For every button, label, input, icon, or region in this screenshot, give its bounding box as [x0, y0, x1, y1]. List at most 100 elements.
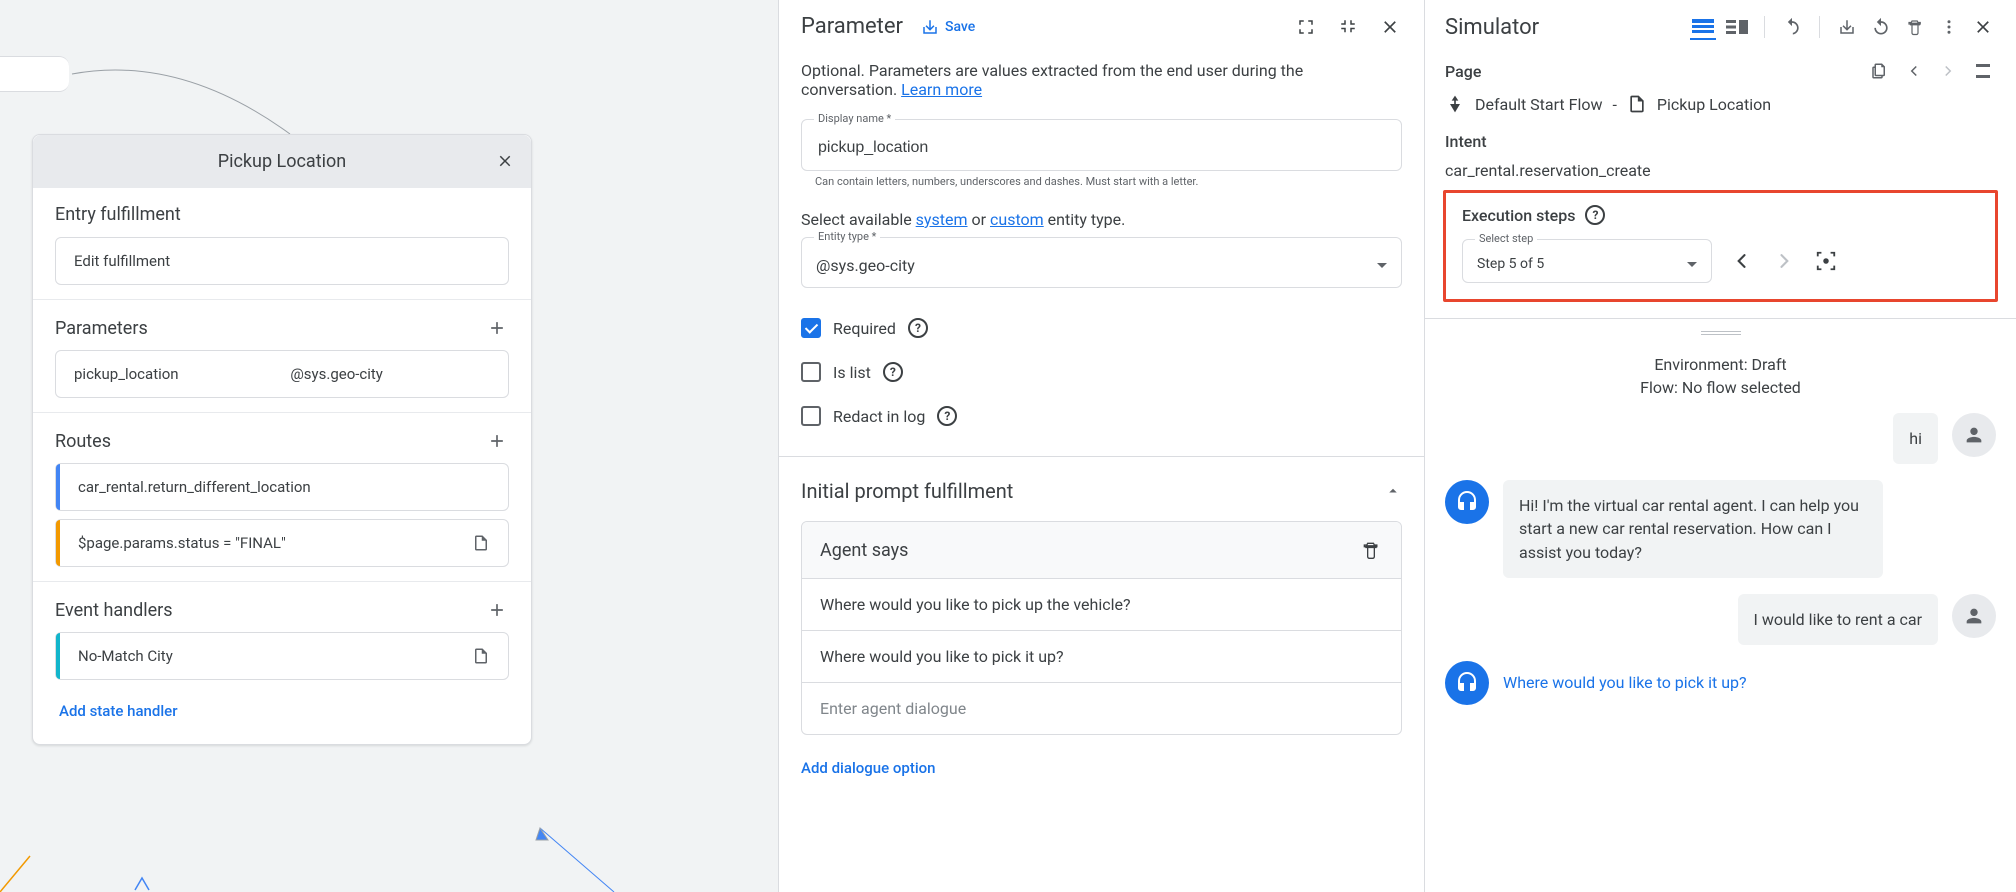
- undo-icon[interactable]: [1779, 14, 1805, 40]
- user-message-row: hi: [1445, 413, 1996, 464]
- help-icon[interactable]: ?: [908, 318, 928, 338]
- download-icon[interactable]: [1834, 14, 1860, 40]
- parameter-type: @sys.geo-city: [290, 365, 490, 383]
- help-icon[interactable]: ?: [1585, 205, 1605, 225]
- execution-steps-label: Execution steps: [1462, 206, 1575, 225]
- user-avatar-icon: [1952, 413, 1996, 457]
- step-select[interactable]: Select step Step 5 of 5: [1462, 239, 1712, 283]
- agent-avatar-icon: [1445, 480, 1489, 524]
- learn-more-link[interactable]: Learn more: [901, 80, 982, 99]
- display-name-hint: Can contain letters, numbers, underscore…: [801, 175, 1402, 188]
- user-avatar-icon: [1952, 594, 1996, 638]
- save-button[interactable]: Save: [921, 18, 975, 36]
- agent-message-row: Hi! I'm the virtual car rental agent. I …: [1445, 480, 1996, 578]
- expand-icon[interactable]: [1294, 15, 1318, 39]
- environment-label: Environment: Draft: [1445, 355, 1996, 374]
- prompt-line[interactable]: Where would you like to pick up the vehi…: [802, 579, 1401, 631]
- custom-entity-link[interactable]: custom: [990, 210, 1044, 229]
- step-prev-icon[interactable]: [1730, 249, 1754, 273]
- page-transition-icon: [472, 534, 490, 552]
- entity-type-select[interactable]: Entity type * @sys.geo-city: [801, 237, 1402, 288]
- flow-label: Flow: No flow selected: [1445, 378, 1996, 397]
- agent-message: Hi! I'm the virtual car rental agent. I …: [1503, 480, 1883, 578]
- intent-value: car_rental.reservation_create: [1445, 161, 1996, 180]
- page-node-card: Pickup Location Entry fulfillment Edit f…: [32, 134, 532, 745]
- close-panel-icon[interactable]: [1378, 15, 1402, 39]
- help-icon[interactable]: ?: [937, 406, 957, 426]
- page-breadcrumb: Default Start Flow - Pickup Location: [1445, 94, 1996, 114]
- display-name-input[interactable]: [816, 138, 1387, 158]
- edit-fulfillment-button[interactable]: Edit fulfillment: [55, 237, 509, 285]
- agent-avatar-icon: [1445, 661, 1489, 705]
- help-icon[interactable]: ?: [883, 362, 903, 382]
- routes-section: Routes car_rental.return_different_locat…: [33, 413, 531, 582]
- event-handler-item[interactable]: No-Match City: [55, 632, 509, 680]
- step-next-icon: [1772, 249, 1796, 273]
- agent-prompt-link[interactable]: Where would you like to pick it up?: [1503, 661, 1747, 704]
- add-parameter-button[interactable]: [485, 316, 509, 340]
- add-route-button[interactable]: [485, 429, 509, 453]
- route-item-intent[interactable]: car_rental.return_different_location: [55, 463, 509, 511]
- more-icon[interactable]: [1936, 14, 1962, 40]
- flow-icon: [1445, 94, 1465, 114]
- redact-checkbox[interactable]: [801, 406, 821, 426]
- reset-icon[interactable]: [1868, 14, 1894, 40]
- page-icon: [1627, 94, 1647, 114]
- focus-icon[interactable]: [1814, 249, 1838, 273]
- page-label: Page: [1445, 62, 1481, 81]
- event-handlers-label: Event handlers: [55, 600, 173, 621]
- helper-text: Optional. Parameters are values extracte…: [801, 61, 1402, 99]
- parameter-row[interactable]: pickup_location @sys.geo-city: [55, 350, 509, 398]
- prev-icon[interactable]: [1902, 59, 1926, 83]
- node-title: Pickup Location: [218, 151, 346, 172]
- parameters-label: Parameters: [55, 318, 148, 339]
- execution-steps-highlight: Execution steps ? Select step Step 5 of …: [1443, 190, 1998, 302]
- chevron-down-icon: [1687, 262, 1697, 267]
- upstream-node-stub[interactable]: [0, 56, 69, 92]
- delete-icon[interactable]: [1359, 538, 1383, 562]
- parameter-name: pickup_location: [74, 365, 290, 383]
- page-transition-icon: [472, 647, 490, 665]
- agent-says-box: Agent says Where would you like to pick …: [801, 521, 1402, 735]
- chevron-down-icon: [1377, 263, 1387, 268]
- clipboard-icon[interactable]: [1866, 58, 1892, 84]
- initial-prompt-header[interactable]: Initial prompt fulfillment: [801, 457, 1402, 521]
- next-icon: [1936, 59, 1960, 83]
- add-event-handler-button[interactable]: [485, 598, 509, 622]
- close-icon[interactable]: [493, 149, 517, 173]
- required-checkbox[interactable]: [801, 318, 821, 338]
- panel-title: Parameter: [801, 14, 903, 39]
- parameters-section: Parameters pickup_location @sys.geo-city: [33, 300, 531, 413]
- collapse-section-icon[interactable]: [1970, 58, 1996, 84]
- system-entity-link[interactable]: system: [916, 210, 968, 229]
- agent-says-label: Agent says: [820, 540, 908, 561]
- entry-fulfillment-label: Entry fulfillment: [55, 204, 509, 225]
- display-name-field[interactable]: Display name *: [801, 119, 1402, 171]
- routes-label: Routes: [55, 431, 111, 452]
- chevron-up-icon: [1384, 482, 1402, 500]
- is-list-checkbox[interactable]: [801, 362, 821, 382]
- add-dialogue-link[interactable]: Add dialogue option: [801, 759, 936, 777]
- add-state-handler-link[interactable]: Add state handler: [59, 702, 178, 720]
- prompt-input[interactable]: Enter agent dialogue: [802, 683, 1401, 734]
- view-mode-2-icon[interactable]: [1724, 14, 1750, 40]
- agent-prompt-row: Where would you like to pick it up?: [1445, 661, 1996, 705]
- user-message: hi: [1893, 413, 1938, 464]
- event-handlers-section: Event handlers No-Match City Add state h…: [33, 582, 531, 744]
- close-simulator-icon[interactable]: [1970, 14, 1996, 40]
- flow-canvas[interactable]: Pickup Location Entry fulfillment Edit f…: [0, 0, 778, 892]
- delete-icon[interactable]: [1902, 14, 1928, 40]
- prompt-line[interactable]: Where would you like to pick it up?: [802, 631, 1401, 683]
- user-message-row: I would like to rent a car: [1445, 594, 1996, 645]
- drag-handle[interactable]: [1701, 331, 1741, 335]
- chat-area: Environment: Draft Flow: No flow selecte…: [1425, 319, 2016, 892]
- intent-label: Intent: [1445, 132, 1996, 151]
- view-mode-1-icon[interactable]: [1690, 14, 1716, 40]
- node-header: Pickup Location: [33, 135, 531, 188]
- route-item-condition[interactable]: $page.params.status = "FINAL": [55, 519, 509, 567]
- entry-fulfillment-section: Entry fulfillment Edit fulfillment: [33, 188, 531, 300]
- user-message: I would like to rent a car: [1738, 594, 1939, 645]
- simulator-panel: Simulator: [1424, 0, 2016, 892]
- simulator-title: Simulator: [1445, 15, 1539, 40]
- collapse-icon[interactable]: [1336, 15, 1360, 39]
